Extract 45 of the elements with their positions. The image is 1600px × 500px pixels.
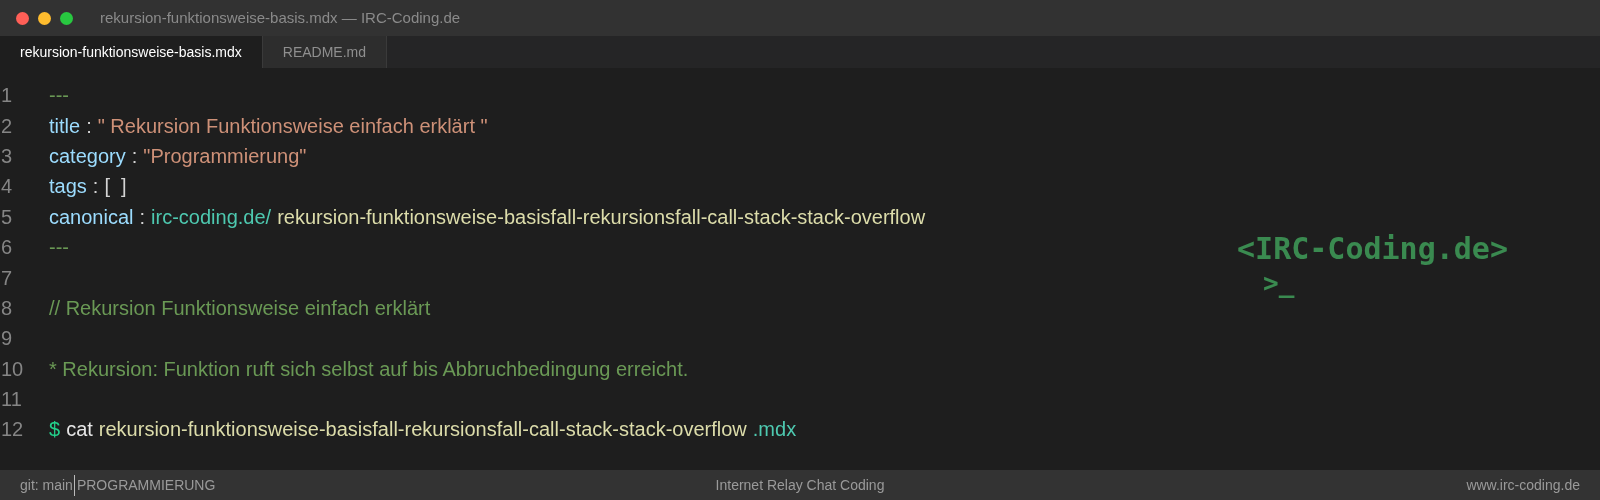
code-string: "Programmierung" <box>143 143 307 169</box>
git-branch: git: main <box>20 475 73 495</box>
line-number: 9 <box>0 326 14 352</box>
code-punctuation: : <box>92 174 99 200</box>
line-number: 10 <box>0 356 25 382</box>
line-number: 4 <box>0 174 14 200</box>
window-title: rekursion-funktionsweise-basis.mdx — IRC-Coding.de <box>100 7 461 28</box>
minimize-icon[interactable] <box>38 11 51 25</box>
code-value: rekursion-funktionsweise-basisfall-rekursionsfall-call-stack-stack-overflow <box>98 417 747 443</box>
maximize-icon[interactable] <box>60 11 73 25</box>
code-key: category <box>49 140 126 171</box>
code-rule: --- <box>49 235 69 261</box>
code-value: rekursion-funktionsweise-basisfall-rekursionsfall-call-stack-stack-overflow <box>277 204 926 230</box>
logo-text: <IRC-Coding.de> <box>1237 230 1508 268</box>
line-number: 5 <box>0 204 14 230</box>
category-label: PROGRAMMIERUNG <box>73 474 216 496</box>
line-number: 2 <box>0 113 14 139</box>
code-key: tags <box>49 171 87 202</box>
line-number: 1 <box>0 83 14 109</box>
code-command: cat <box>66 417 93 443</box>
editor-tab[interactable]: README.md <box>262 36 387 68</box>
logo-cursor: >_ <box>1263 268 1295 298</box>
code-rule: --- <box>49 83 69 109</box>
line-number: 11 <box>0 387 23 413</box>
website-link[interactable]: www.irc-coding.de <box>1080 474 1580 496</box>
line-number: 12 <box>0 417 25 443</box>
code-punctuation: : <box>139 204 146 230</box>
close-icon[interactable] <box>16 11 29 25</box>
prompt-symbol: $ <box>49 417 61 443</box>
code-url: irc-coding.de/ <box>151 204 272 230</box>
line-number: 8 <box>0 295 14 321</box>
code-url: .mdx <box>752 417 797 443</box>
code-punctuation: : <box>86 113 92 139</box>
line-number: 6 <box>0 235 14 261</box>
code-punctuation: [ ] <box>104 174 127 200</box>
code-string: " Rekursion Funktionsweise einfach erklärt " <box>97 113 488 139</box>
status-center-text: Internet Relay Chat Coding <box>714 475 886 495</box>
code-key: title <box>49 110 81 141</box>
line-number: 3 <box>0 143 14 169</box>
code-comment: // Rekursion Funktionsweise einfach erklärt <box>49 295 431 321</box>
code-comment: * Rekursion: Funktion ruft sich selbst auf bis Abbruchbedingung erreicht. <box>49 356 689 382</box>
line-number: 7 <box>0 265 14 291</box>
editor-tab[interactable]: rekursion-funktionsweise-basis.mdx <box>0 36 263 68</box>
code-punctuation: : <box>131 143 138 169</box>
code-key: canonical <box>49 201 134 232</box>
